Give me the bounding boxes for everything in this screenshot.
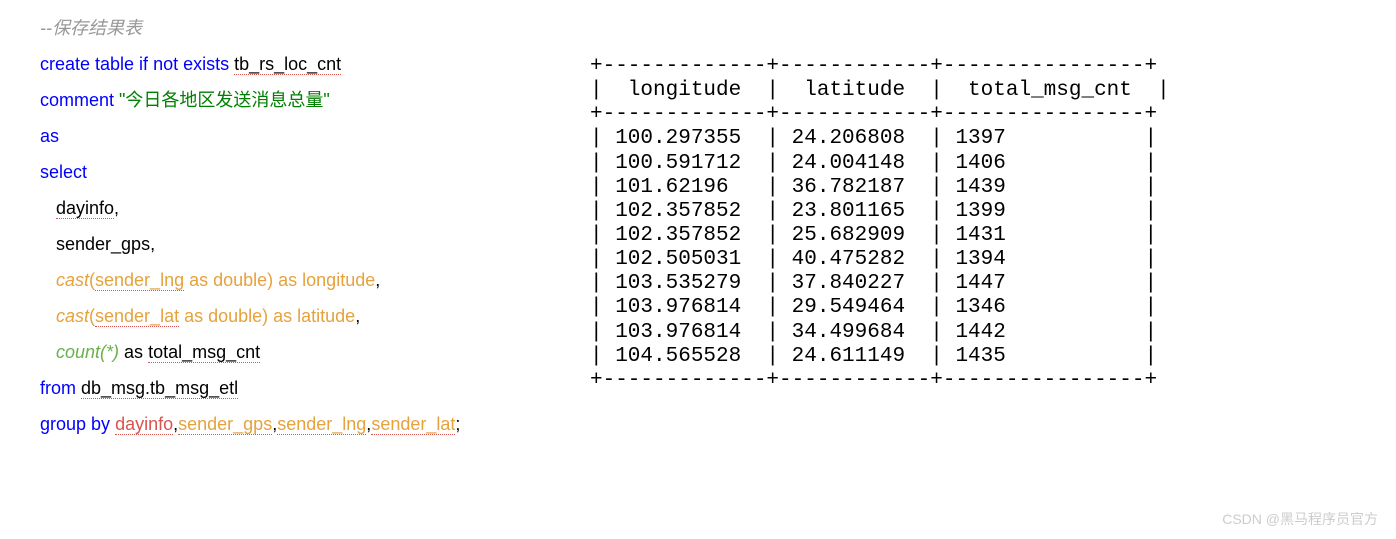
comment-string: "今日各地区发送消息总量" — [119, 90, 330, 110]
table-row: | 101.62196 | 36.782187 | 1439 | — [590, 176, 1157, 199]
table-sep-top: +-------------+------------+------------… — [590, 55, 1157, 78]
count-as: as — [119, 342, 148, 362]
count-func: count — [56, 342, 100, 362]
select-keyword: select — [40, 162, 87, 182]
comma: , — [114, 198, 119, 218]
group-col4: sender_lat — [371, 414, 455, 435]
table-row: | 102.505031 | 40.475282 | 1394 | — [590, 248, 1157, 271]
as-line: as — [40, 118, 560, 154]
comma: , — [355, 306, 360, 326]
table-row: | 103.976814 | 34.499684 | 1442 | — [590, 321, 1157, 344]
result-table: +-------------+------------+------------… — [590, 55, 1356, 442]
cast-func: cast — [56, 270, 89, 290]
cast-rest: as double) as latitude — [179, 306, 355, 326]
semicolon: ; — [455, 414, 460, 434]
table-row: | 102.357852 | 25.682909 | 1431 | — [590, 224, 1157, 247]
table-row: | 102.357852 | 23.801165 | 1399 | — [590, 200, 1157, 223]
code-comment-line: --保存结果表 — [40, 10, 560, 46]
count-alias: total_msg_cnt — [148, 342, 260, 363]
count-line: count(*) as total_msg_cnt — [40, 334, 560, 370]
col-sendergps: sender_gps — [56, 234, 150, 254]
group-col3: sender_lng — [277, 414, 366, 435]
table-row: | 100.591712 | 24.004148 | 1406 | — [590, 152, 1157, 175]
table-row: | 103.535279 | 37.840227 | 1447 | — [590, 272, 1157, 295]
cast-arg: sender_lng — [95, 270, 184, 291]
count-arg: (*) — [100, 342, 119, 362]
from-table: db_msg.tb_msg_etl — [81, 378, 238, 399]
table-row: | 100.297355 | 24.206808 | 1397 | — [590, 127, 1157, 150]
cast-arg: sender_lat — [95, 306, 179, 327]
cast-func: cast — [56, 306, 89, 326]
sql-code-block: --保存结果表 create table if not exists tb_rs… — [40, 10, 560, 442]
sql-comment: --保存结果表 — [40, 18, 142, 38]
from-keyword: from — [40, 378, 81, 398]
create-table-line: create table if not exists tb_rs_loc_cnt — [40, 46, 560, 82]
group-col2: sender_gps — [178, 414, 272, 435]
watermark: CSDN @黑马程序员官方 — [1222, 509, 1378, 529]
group-keyword: group by — [40, 414, 115, 434]
comment-keyword: comment — [40, 90, 119, 110]
table-row: | 104.565528 | 24.611149 | 1435 | — [590, 345, 1157, 368]
comment-line: comment "今日各地区发送消息总量" — [40, 82, 560, 118]
table-sep-bot: +-------------+------------+------------… — [590, 369, 1157, 392]
cast-lng-line: cast(sender_lng as double) as longitude, — [40, 262, 560, 298]
create-keyword: create table if not exists — [40, 54, 234, 74]
cast-lat-line: cast(sender_lat as double) as latitude, — [40, 298, 560, 334]
table-sep-mid: +-------------+------------+------------… — [590, 103, 1157, 126]
comma: , — [150, 234, 155, 254]
from-line: from db_msg.tb_msg_etl — [40, 370, 560, 406]
group-by-line: group by dayinfo,sender_gps,sender_lng,s… — [40, 406, 560, 442]
col-dayinfo: dayinfo — [56, 198, 114, 219]
select-line: select — [40, 154, 560, 190]
col-dayinfo-line: dayinfo, — [40, 190, 560, 226]
group-col1: dayinfo — [115, 414, 173, 435]
comma: , — [375, 270, 380, 290]
table-header: | longitude | latitude | total_msg_cnt | — [590, 79, 1170, 102]
table-name: tb_rs_loc_cnt — [234, 54, 341, 75]
table-row: | 103.976814 | 29.549464 | 1346 | — [590, 296, 1157, 319]
as-keyword: as — [40, 126, 59, 146]
col-sendergps-line: sender_gps, — [40, 226, 560, 262]
cast-rest: as double) as longitude — [184, 270, 375, 290]
